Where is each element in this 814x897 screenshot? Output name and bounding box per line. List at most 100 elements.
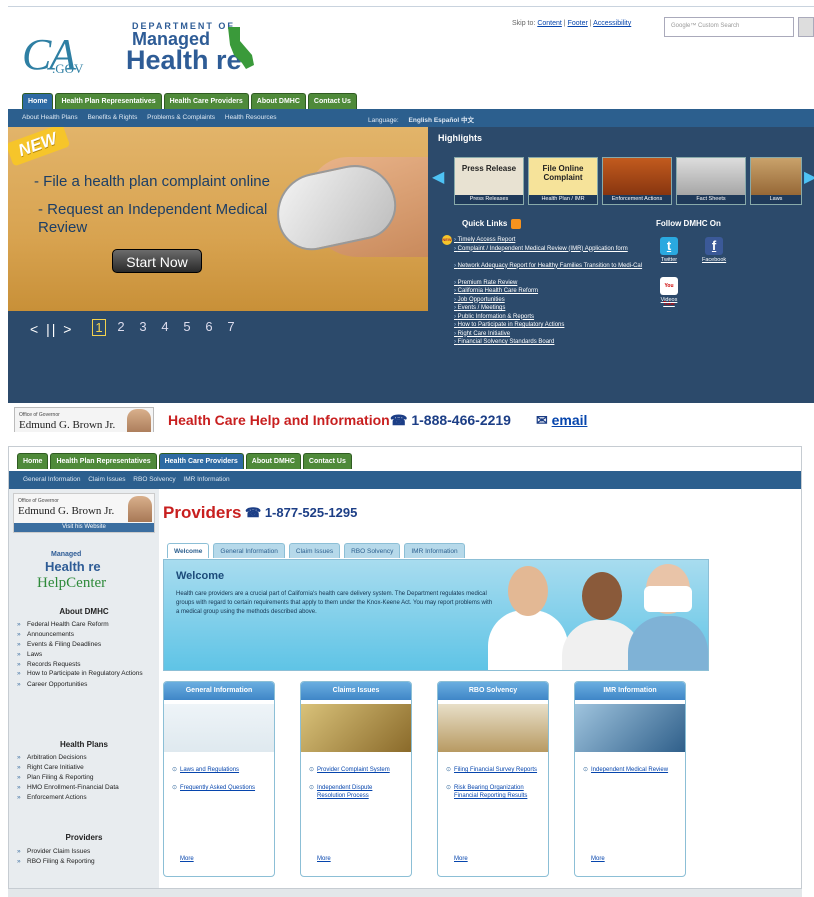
subnav-general-information[interactable]: General Information (23, 476, 80, 483)
card-title[interactable]: IMR Information (575, 682, 685, 700)
visit-website-link[interactable]: Visit his Website (14, 523, 154, 532)
carousel-left-arrow-icon[interactable]: ◀ (432, 167, 444, 187)
skip-accessibility-link[interactable]: Accessibility (593, 20, 631, 27)
slider-page-7[interactable]: 7 (224, 319, 238, 336)
slider-page-3[interactable]: 3 (136, 319, 150, 336)
rss-icon[interactable] (511, 219, 522, 229)
sidebar-item[interactable]: RBO Filing & Reporting (17, 857, 157, 867)
skip-footer-link[interactable]: Footer (568, 20, 588, 27)
tab-imr-information[interactable]: IMR Information (404, 543, 465, 558)
facebook-link[interactable]: f Facebook (702, 237, 726, 263)
governor-badge[interactable]: Office of Governor Edmund G. Brown Jr. (14, 407, 154, 432)
sidebar-item[interactable]: Laws (17, 650, 157, 660)
tab-health-plan-representatives[interactable]: Health Plan Representatives (50, 453, 157, 469)
quick-link[interactable]: How to Participate in Regulatory Actions (454, 321, 654, 330)
subnav-about-health-plans[interactable]: About Health Plans (22, 114, 78, 121)
slider-controls-panel: < || > 1 2 3 4 5 6 7 (8, 311, 428, 403)
sidebar-item[interactable]: Records Requests (17, 660, 157, 670)
more-link[interactable]: More (180, 856, 194, 862)
sidebar-item[interactable]: Arbitration Decisions (17, 753, 157, 763)
start-now-button[interactable]: Start Now (112, 249, 202, 273)
tab-claim-issues[interactable]: Claim Issues (288, 543, 341, 558)
sidebar-item[interactable]: Career Opportunities (17, 680, 157, 690)
card-title[interactable]: Claims Issues (301, 682, 411, 700)
card-link[interactable]: Laws and Regulations (172, 766, 264, 774)
card-link[interactable]: Frequently Asked Questions (172, 784, 264, 792)
highlight-laws[interactable]: Laws (750, 157, 802, 205)
sidebar-item[interactable]: Announcements (17, 630, 157, 640)
more-link[interactable]: More (317, 856, 331, 862)
sidebar-item[interactable]: Federal Health Care Reform (17, 620, 157, 630)
card-link[interactable]: Provider Complaint System (309, 766, 401, 774)
tab-about-dmhc[interactable]: About DMHC (250, 93, 306, 109)
tab-home[interactable]: Home (17, 453, 49, 469)
highlight-enforcement-actions[interactable]: Enforcement Actions (602, 157, 672, 205)
sidebar-item[interactable]: HMO Enrollment-Financial Data (17, 783, 157, 793)
tab-general-information[interactable]: General Information (213, 543, 285, 558)
more-link[interactable]: More (454, 856, 468, 862)
tab-welcome[interactable]: Welcome (167, 543, 210, 558)
sidebar-item[interactable]: How to Participate in Regulatory Actions (17, 670, 157, 678)
card-title[interactable]: RBO Solvency (438, 682, 548, 700)
highlight-fact-sheets[interactable]: Fact Sheets (676, 157, 746, 205)
slider-page-4[interactable]: 4 (158, 319, 172, 336)
sidebar-item[interactable]: Events & Filing Deadlines (17, 640, 157, 650)
subnav-imr-information[interactable]: IMR Information (183, 476, 229, 483)
horizontal-scrollbar[interactable] (8, 888, 802, 897)
sidebar-item[interactable]: Enforcement Actions (17, 793, 157, 803)
tab-health-care-providers[interactable]: Health Care Providers (158, 453, 244, 469)
quick-link[interactable]: Right Care Initiative (454, 330, 654, 339)
tab-home[interactable]: Home (22, 93, 54, 109)
quick-link[interactable]: Complaint / Independent Medical Review (… (454, 245, 644, 262)
sidebar-item[interactable]: Right Care Initiative (17, 763, 157, 773)
sidebar-item[interactable]: Provider Claim Issues (17, 847, 157, 857)
quick-link[interactable]: Financial Solvency Standards Board (454, 338, 654, 347)
tab-contact-us[interactable]: Contact Us (302, 453, 352, 469)
card-link[interactable]: Independent Dispute Resolution Process (309, 784, 401, 800)
hero-banner[interactable]: NEW - File a health plan complaint onlin… (8, 127, 428, 311)
help-center-logo[interactable]: Managed Health re HelpCenter (23, 549, 153, 593)
lang-chinese[interactable]: 中文 (461, 117, 474, 124)
search-button[interactable] (798, 17, 814, 37)
quick-link[interactable]: Job Opportunities (454, 296, 654, 305)
quick-link[interactable]: Events / Meetings (454, 304, 654, 313)
governor-badge[interactable]: Office of Governor Edmund G. Brown Jr. V… (13, 493, 155, 533)
carousel-right-arrow-icon[interactable]: ▶ (804, 167, 814, 187)
tab-rbo-solvency[interactable]: RBO Solvency (344, 543, 401, 558)
quick-link[interactable]: Public Information & Reports (454, 313, 654, 322)
subnav-health-resources[interactable]: Health Resources (225, 114, 277, 121)
slider-page-5[interactable]: 5 (180, 319, 194, 336)
governor-name: Edmund G. Brown Jr. (19, 419, 116, 431)
search-input[interactable]: Google™ Custom Search (664, 17, 794, 37)
tab-health-care-providers[interactable]: Health Care Providers (163, 93, 249, 109)
highlight-press-releases[interactable]: Press Release Press Releases (454, 157, 524, 205)
highlight-file-complaint[interactable]: File Online Complaint Health Plan / IMR (528, 157, 598, 205)
tab-health-plan-representatives[interactable]: Health Plan Representatives (55, 93, 162, 109)
lang-espanol[interactable]: Español (434, 117, 459, 124)
twitter-link[interactable]: t Twitter (660, 237, 678, 263)
card-link[interactable]: Filing Financial Survey Reports (446, 766, 538, 774)
sidebar-item[interactable]: Plan Filing & Reporting (17, 773, 157, 783)
tab-contact-us[interactable]: Contact Us (307, 93, 357, 109)
slider-page-1[interactable]: 1 (92, 319, 106, 336)
subnav-problems-complaints[interactable]: Problems & Complaints (147, 114, 215, 121)
card-link[interactable]: Independent Medical Review (583, 766, 675, 774)
quick-link[interactable]: California Health Care Reform (454, 287, 654, 296)
card-title[interactable]: General Information (164, 682, 274, 700)
lang-english[interactable]: English (409, 117, 432, 124)
subnav-benefits-rights[interactable]: Benefits & Rights (87, 114, 137, 121)
youtube-link[interactable]: You Tube Videos (660, 277, 678, 307)
more-link[interactable]: More (591, 856, 605, 862)
slider-prev-pause-next[interactable]: < || > (30, 321, 73, 337)
quick-link[interactable]: Premium Rate Review (454, 279, 654, 288)
quick-link[interactable]: Network Adequacy Report for Healthy Fami… (454, 262, 644, 279)
card-link[interactable]: Risk Bearing Organization Financial Repo… (446, 784, 538, 800)
subnav-rbo-solvency[interactable]: RBO Solvency (133, 476, 175, 483)
skip-content-link[interactable]: Content (537, 20, 562, 27)
slider-page-2[interactable]: 2 (114, 319, 128, 336)
subnav-claim-issues[interactable]: Claim Issues (88, 476, 125, 483)
quick-link[interactable]: Timely Access Report (454, 236, 654, 245)
tab-about-dmhc[interactable]: About DMHC (245, 453, 301, 469)
slider-page-6[interactable]: 6 (202, 319, 216, 336)
help-email[interactable]: ✉ email (536, 412, 587, 429)
